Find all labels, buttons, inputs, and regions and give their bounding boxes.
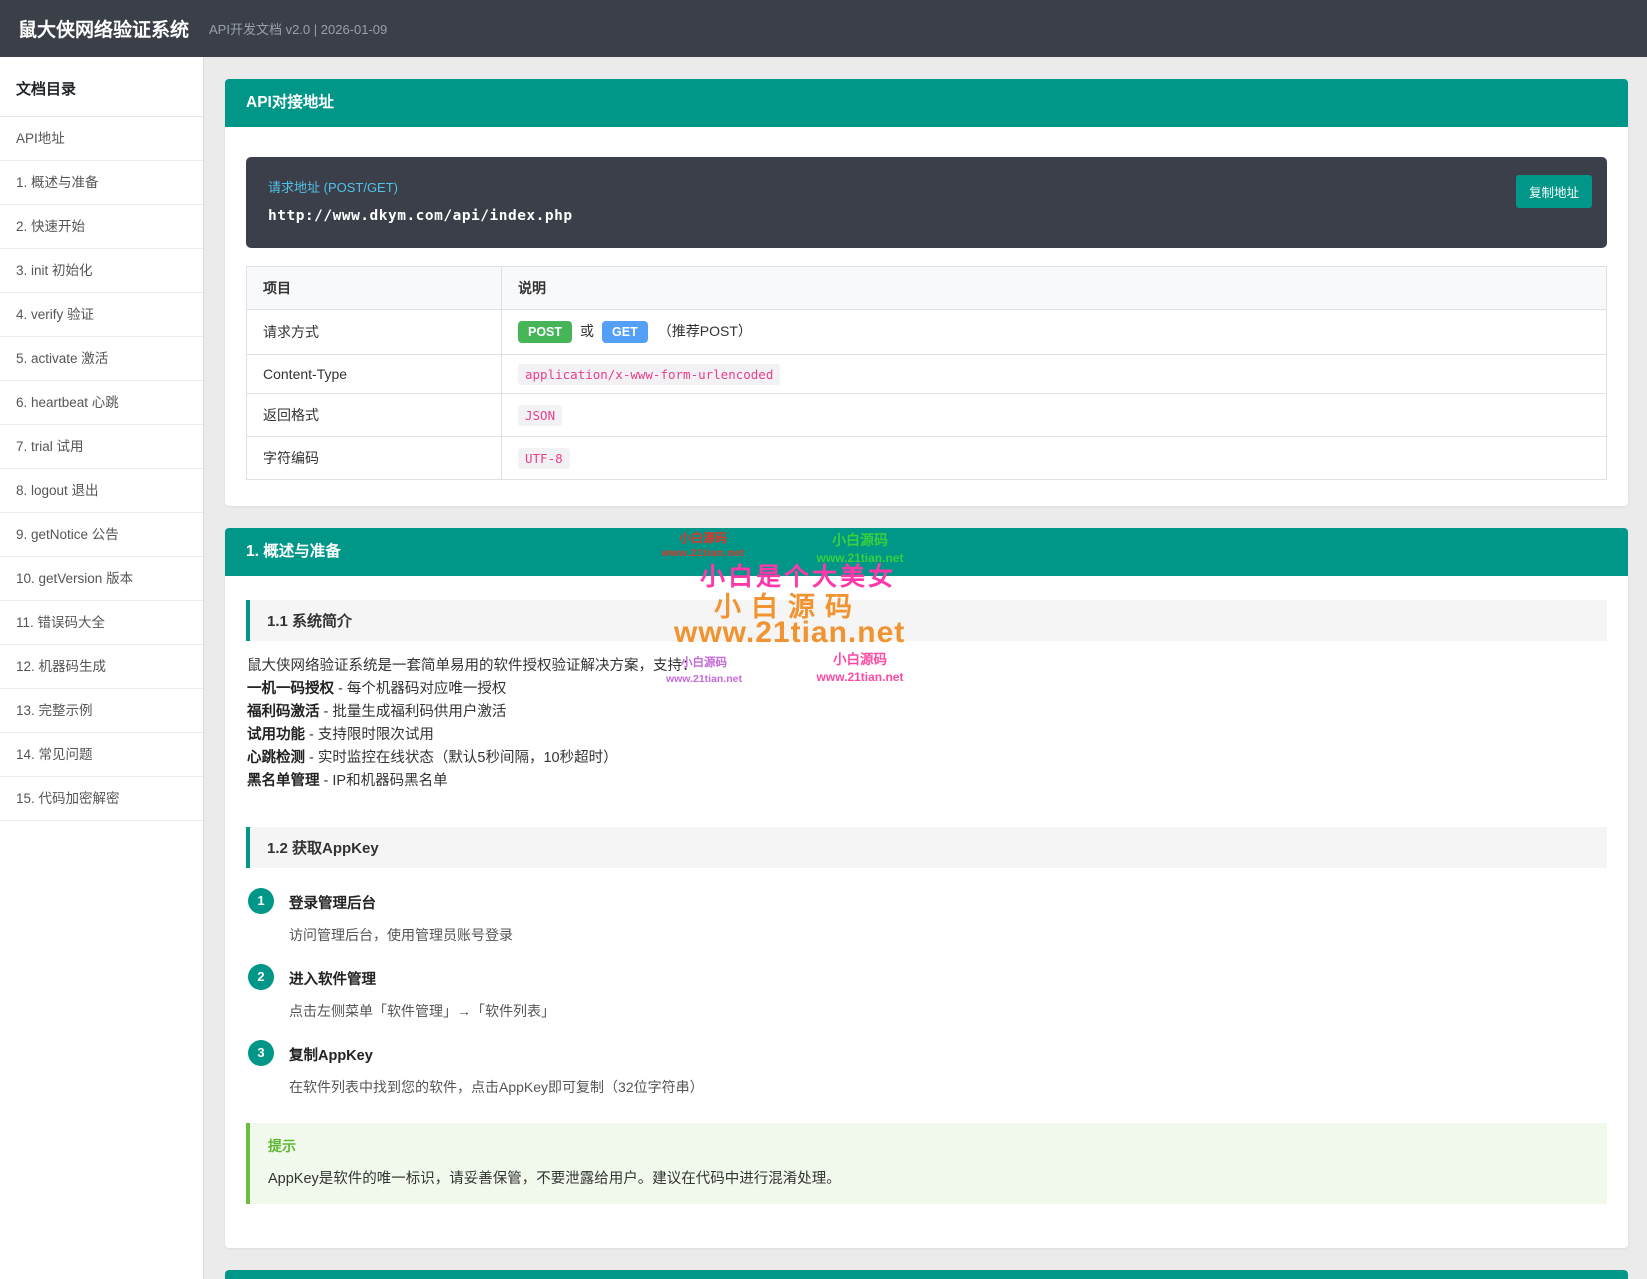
- section-heading-intro: 1.1 系统简介: [246, 600, 1607, 642]
- method-note: （推荐POST）: [657, 323, 752, 339]
- sidebar-item-heartbeat[interactable]: 6. heartbeat 心跳: [0, 381, 203, 425]
- app-title: 鼠大侠网络验证系统: [18, 20, 190, 41]
- endpoint-label: 请求地址 (POST/GET): [268, 180, 399, 195]
- sidebar-item-api[interactable]: API地址: [0, 117, 203, 161]
- sidebar-item-getversion[interactable]: 10. getVersion 版本: [0, 557, 203, 601]
- step-title: 复制AppKey: [289, 1047, 373, 1064]
- section-heading-appkey: 1.2 获取AppKey: [246, 826, 1607, 868]
- row-desc-cell: application/x-www-form-urlencoded: [501, 354, 1607, 395]
- feature-desc: - 每个机器码对应唯一授权: [334, 681, 507, 698]
- table-row: 返回格式 JSON: [246, 393, 1607, 438]
- api-address-card: API对接地址 请求地址 (POST/GET) http://www.dkym.…: [225, 79, 1628, 507]
- api-address-card-body: 请求地址 (POST/GET) http://www.dkym.com/api/…: [225, 127, 1628, 506]
- quickstart-card-title: 2. 快速开始: [225, 1269, 1628, 1279]
- sidebar-item-machinecode[interactable]: 12. 机器码生成: [0, 645, 203, 689]
- get-badge: GET: [602, 321, 648, 344]
- feature-line: 福利码激活 - 批量生成福利码供用户激活: [247, 701, 1606, 724]
- feature-desc: - 支持限时限次试用: [305, 727, 434, 744]
- feature-desc: - 批量生成福利码供用户激活: [319, 704, 507, 721]
- row-item-label: 请求方式: [246, 308, 502, 356]
- feature-desc: - IP和机器码黑名单: [319, 772, 448, 789]
- row-desc-cell: UTF-8: [501, 436, 1607, 481]
- table-header-row: 项目 说明: [246, 266, 1607, 310]
- sidebar: 文档目录 API地址 1. 概述与准备 2. 快速开始 3. init 初始化 …: [0, 57, 204, 1279]
- sidebar-item-example[interactable]: 13. 完整示例: [0, 689, 203, 733]
- feature-name: 一机一码授权: [247, 681, 334, 698]
- feature-desc: - 实时监控在线状态（默认5秒间隔，10秒超时）: [305, 749, 618, 766]
- row-method-cell: POST 或 GET （推荐POST）: [501, 308, 1607, 356]
- sidebar-item-init[interactable]: 3. init 初始化: [0, 249, 203, 293]
- content-type-code: application/x-www-form-urlencoded: [518, 364, 781, 386]
- tip-text: AppKey是软件的唯一标识，请妥善保管，不要泄露给用户。建议在代码中进行混淆处…: [268, 1170, 841, 1187]
- feature-line: 一机一码授权 - 每个机器码对应唯一授权: [247, 678, 1606, 701]
- row-desc-cell: JSON: [501, 393, 1607, 438]
- method-or-text: 或: [580, 323, 595, 339]
- row-item-label: 返回格式: [246, 393, 502, 438]
- step-1: 1 登录管理后台 访问管理后台，使用管理员账号登录: [248, 887, 1605, 945]
- table-row: Content-Type application/x-www-form-urle…: [246, 354, 1607, 395]
- step-2: 2 进入软件管理 点击左侧菜单「软件管理」→「软件列表」: [248, 963, 1605, 1021]
- sidebar-item-errorcodes[interactable]: 11. 错误码大全: [0, 601, 203, 645]
- step-number-badge: 1: [248, 887, 274, 914]
- intro-block: 鼠大侠网络验证系统是一套简单易用的软件授权验证解决方案，支持： 一机一码授权 -…: [246, 641, 1607, 798]
- page: 鼠大侠网络验证系统 API开发文档 v2.0 | 2026-01-09 文档目录…: [0, 0, 1647, 1279]
- overview-card-body: 1.1 系统简介 鼠大侠网络验证系统是一套简单易用的软件授权验证解决方案，支持：…: [225, 576, 1628, 1247]
- feature-line: 心跳检测 - 实时监控在线状态（默认5秒间隔，10秒超时）: [247, 747, 1606, 770]
- table-header-desc: 说明: [501, 266, 1607, 310]
- step-desc: 在软件列表中找到您的软件，点击AppKey即可复制（32位字符串）: [289, 1078, 704, 1095]
- copy-address-button[interactable]: 复制地址: [1515, 175, 1592, 208]
- feature-name: 试用功能: [247, 727, 305, 744]
- sidebar-item-encryption[interactable]: 15. 代码加密解密: [0, 777, 203, 821]
- step-number-badge: 3: [248, 1039, 274, 1066]
- row-item-label: 字符编码: [246, 436, 502, 481]
- post-badge: POST: [518, 321, 573, 344]
- feature-name: 心跳检测: [247, 749, 305, 766]
- main-content: API对接地址 请求地址 (POST/GET) http://www.dkym.…: [204, 57, 1647, 1279]
- intro-text: 鼠大侠网络验证系统是一套简单易用的软件授权验证解决方案，支持：: [247, 658, 697, 675]
- appkey-steps: 1 登录管理后台 访问管理后台，使用管理员账号登录 2 进入软件管理 点击左侧菜…: [246, 868, 1607, 1097]
- api-info-table: 项目 说明 请求方式 POST 或 GET （推荐POST） Content-Ty: [246, 266, 1607, 481]
- tip-title: 提示: [268, 1137, 296, 1154]
- table-row: 请求方式 POST 或 GET （推荐POST）: [246, 308, 1607, 356]
- sidebar-item-trial[interactable]: 7. trial 试用: [0, 425, 203, 469]
- charset-code: UTF-8: [518, 448, 570, 470]
- step-3: 3 复制AppKey 在软件列表中找到您的软件，点击AppKey即可复制（32位…: [248, 1039, 1605, 1097]
- sidebar-item-faq[interactable]: 14. 常见问题: [0, 733, 203, 777]
- row-item-label: Content-Type: [246, 354, 502, 395]
- endpoint-url: http://www.dkym.com/api/index.php: [268, 208, 573, 224]
- sidebar-item-logout[interactable]: 8. logout 退出: [0, 469, 203, 513]
- step-desc: 点击左侧菜单「软件管理」→「软件列表」: [289, 1002, 555, 1019]
- step-title: 进入软件管理: [289, 971, 376, 988]
- quickstart-card: 2. 快速开始: [225, 1269, 1628, 1279]
- sidebar-item-getnotice[interactable]: 9. getNotice 公告: [0, 513, 203, 557]
- return-format-code: JSON: [518, 405, 563, 427]
- tip-box: 提示 AppKey是软件的唯一标识，请妥善保管，不要泄露给用户。建议在代码中进行…: [246, 1122, 1607, 1204]
- feature-line: 黑名单管理 - IP和机器码黑名单: [247, 770, 1606, 793]
- sidebar-item-quickstart[interactable]: 2. 快速开始: [0, 205, 203, 249]
- sidebar-item-activate[interactable]: 5. activate 激活: [0, 337, 203, 381]
- sidebar-item-overview[interactable]: 1. 概述与准备: [0, 161, 203, 205]
- feature-name: 福利码激活: [247, 704, 320, 721]
- endpoint-codeblock: 请求地址 (POST/GET) http://www.dkym.com/api/…: [246, 157, 1607, 248]
- sidebar-heading: 文档目录: [0, 57, 203, 117]
- app-subtitle: API开发文档 v2.0 | 2026-01-09: [209, 22, 388, 37]
- overview-card-title: 1. 概述与准备: [225, 528, 1628, 577]
- table-header-item: 项目: [246, 266, 502, 310]
- top-bar: 鼠大侠网络验证系统 API开发文档 v2.0 | 2026-01-09: [0, 0, 1647, 57]
- feature-name: 黑名单管理: [247, 772, 320, 789]
- api-address-card-title: API对接地址: [225, 79, 1628, 127]
- table-row: 字符编码 UTF-8: [246, 436, 1607, 481]
- sidebar-item-verify[interactable]: 4. verify 验证: [0, 293, 203, 337]
- overview-card: 1. 概述与准备 1.1 系统简介 鼠大侠网络验证系统是一套简单易用的软件授权验…: [225, 528, 1628, 1248]
- step-title: 登录管理后台: [289, 895, 376, 912]
- feature-line: 试用功能 - 支持限时限次试用: [247, 724, 1606, 747]
- step-desc: 访问管理后台，使用管理员账号登录: [289, 926, 513, 943]
- step-number-badge: 2: [248, 963, 274, 990]
